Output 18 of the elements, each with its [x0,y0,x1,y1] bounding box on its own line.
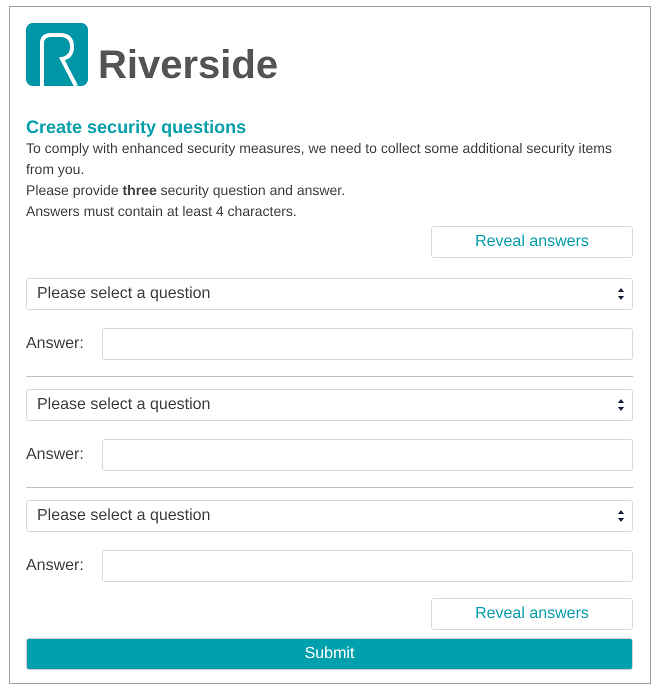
question-select[interactable]: Please select a question [26,500,633,532]
sort-arrows-icon [618,288,624,300]
intro-text: Please provide three security question and answer. [26,181,346,200]
question-select[interactable]: Please select a question [26,278,633,310]
intro-text: To comply with enhanced security measures, we need to collect some additional security items from you. [26,139,613,179]
question-select[interactable]: Please select a question [26,389,633,421]
page-heading: Create security questions [26,116,248,138]
answer-label: Answer: [26,335,85,353]
answer-label: Answer: [26,557,85,575]
sort-arrows-icon [618,399,624,411]
intro-text: Answers must contain at least 4 characters. [26,202,298,221]
answer-field[interactable] [102,328,633,360]
sort-arrows-icon [618,510,624,522]
answer-label: Answer: [26,446,85,464]
logo-icon [26,23,88,86]
answer-field[interactable] [102,550,633,582]
answer-field[interactable] [102,439,633,471]
logo-text: Riverside [98,43,278,87]
